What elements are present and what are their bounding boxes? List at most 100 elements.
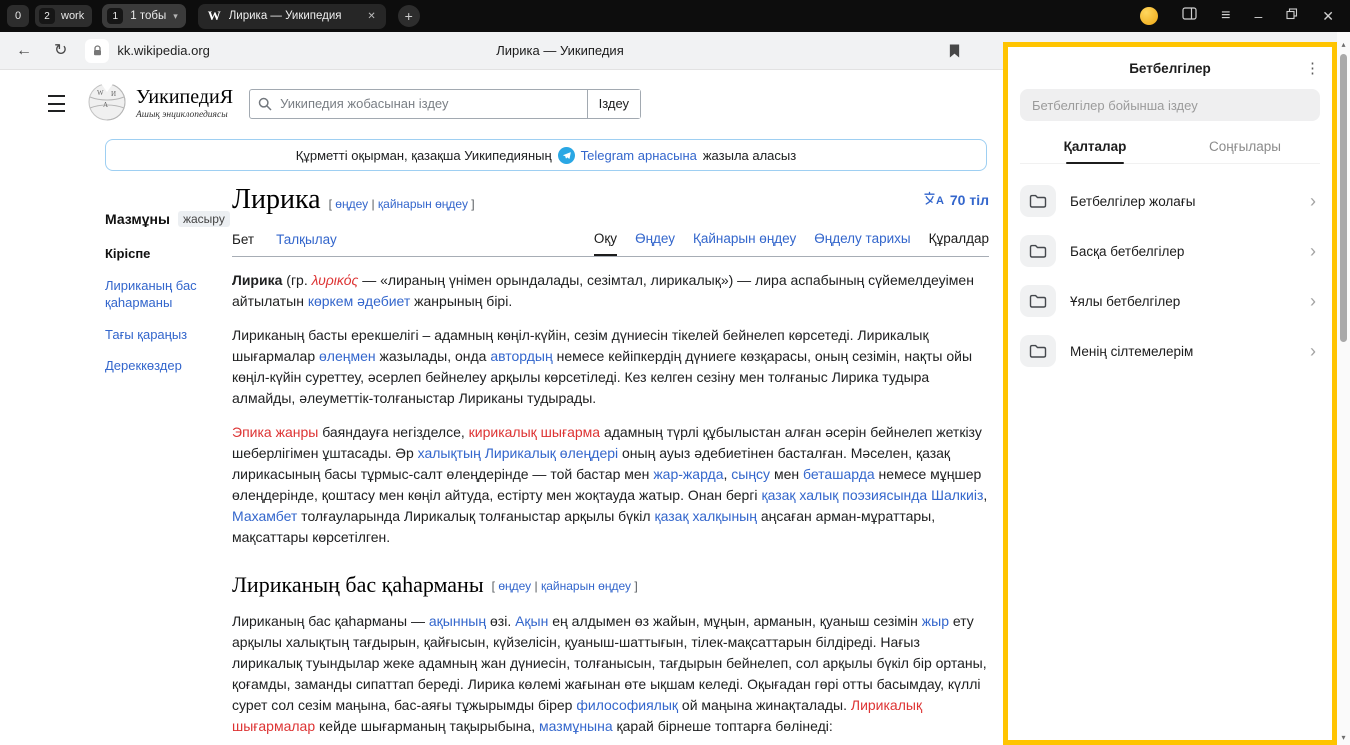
article-redlink[interactable]: кирикалық шығарма (469, 424, 600, 440)
tab-page[interactable]: Бет (232, 232, 254, 256)
folder-icon (1020, 285, 1056, 317)
tab-history[interactable]: Өңделу тарихы (814, 231, 910, 256)
telegram-icon (558, 147, 575, 164)
folder-item-my-links[interactable]: Менің сілтемелерім › (1020, 326, 1320, 376)
refresh-icon[interactable]: ↻ (54, 43, 67, 59)
tab-edit-source[interactable]: Қайнарын өңдеу (693, 231, 796, 256)
scroll-up-icon[interactable]: ▴ (1337, 40, 1350, 49)
scrollbar-thumb[interactable] (1340, 54, 1347, 342)
tab-group-label: 1 тобы (130, 10, 166, 22)
article-link[interactable]: Лирикалық өлеңдері (485, 445, 618, 461)
article-paragraph: Лириканың басты ерекшелігі – адамның көң… (232, 325, 989, 409)
separator: | (535, 579, 538, 593)
toc-hide-button[interactable]: жасыру (178, 211, 230, 227)
article-link[interactable]: мазмұнына (539, 718, 613, 734)
tab-read[interactable]: Оқу (594, 231, 617, 256)
folder-item-mobile-bookmarks[interactable]: Ұялы бетбелгілер › (1020, 276, 1320, 326)
article-link[interactable]: жар-жарда (653, 466, 723, 482)
address-bar[interactable]: kk.wikipedia.org (85, 39, 210, 63)
search-button[interactable]: Іздеу (587, 90, 640, 118)
browser-menu-icon[interactable]: ≡ (1221, 8, 1230, 24)
close-window-icon[interactable]: ✕ (1322, 9, 1334, 23)
tab-group-count: 1 (107, 8, 123, 24)
article-link[interactable]: Шалкиіз (931, 487, 983, 503)
article-link[interactable]: өлеңмен (319, 348, 376, 364)
scroll-down-icon[interactable]: ▾ (1337, 733, 1350, 742)
article-paragraph: Эпика жанры баяндауға негізделсе, кирика… (232, 422, 989, 548)
article-link[interactable]: жыр (922, 613, 949, 629)
bookmark-flag-icon[interactable] (948, 43, 961, 64)
wiki-logo-subtitle: Ашық энциклопедиясы (136, 110, 233, 120)
article-tabs: Бет Талқылау Оқу Өңдеу Қайнарын өңдеу Өң… (232, 226, 989, 257)
wikipedia-favicon: W (208, 8, 221, 24)
article-link[interactable]: философиялық (576, 697, 678, 713)
telegram-link[interactable]: Telegram арнасына (581, 148, 697, 163)
article-link[interactable]: халықтың (418, 445, 481, 461)
language-selector[interactable]: A 70 тіл (923, 191, 989, 209)
article-link[interactable]: сыңсу (731, 466, 770, 482)
tab-edit[interactable]: Өңдеу (635, 231, 675, 256)
article-redlink[interactable]: Эпика жанры (232, 424, 318, 440)
bookmarks-search[interactable] (1020, 89, 1320, 121)
toc-item-kirispe[interactable]: Кіріспе (105, 245, 232, 263)
edit-links: [ өңдеу | қайнарын өңдеу ] (492, 579, 638, 593)
search-icon (258, 97, 272, 111)
edit-source-link[interactable]: қайнарын өңдеу (541, 579, 631, 593)
page-scrollbar[interactable]: ▴ ▾ (1337, 32, 1350, 745)
tab-close-icon[interactable]: ✕ (367, 11, 375, 22)
language-count: 70 тіл (950, 192, 989, 208)
bookmarks-search-input[interactable] (1020, 98, 1320, 113)
article-text: баяндауға негізделсе, (318, 424, 468, 440)
bracket: [ (492, 579, 495, 593)
article-paragraph: Лириканың бас қаһарманы — ақынның өзі. А… (232, 611, 989, 737)
article-link[interactable]: беташарда (803, 466, 875, 482)
edit-link[interactable]: өңдеу (498, 579, 531, 593)
tab-tools[interactable]: Құралдар (929, 231, 989, 256)
tab-group-work[interactable]: 2 work (35, 5, 92, 27)
article-link[interactable]: Махамбет (232, 508, 297, 524)
tab-counter-badge[interactable]: 0 (7, 5, 29, 27)
tab-title: Лирика — Уикипедия (229, 10, 360, 22)
article-link[interactable]: Ақын (515, 613, 548, 629)
wikipedia-logo[interactable]: W И A УикипедиЯ Ашық энциклопедиясы (87, 80, 233, 127)
new-tab-button[interactable]: + (398, 5, 420, 27)
toc-item-derekkozder[interactable]: Дереккөздер (105, 357, 232, 375)
toc-item-bas-qaharmany[interactable]: Лириканың бас қаһарманы (105, 277, 232, 312)
kebab-menu-icon[interactable]: ⋮ (1305, 59, 1320, 77)
side-panel-icon[interactable] (1182, 6, 1197, 26)
svg-text:A: A (103, 101, 108, 109)
edit-links: [ өңдеу | қайнарын өңдеу ] (329, 197, 475, 211)
article-link[interactable]: қазақ халық поэзиясында (761, 487, 927, 503)
minimize-window-icon[interactable]: – (1254, 9, 1262, 23)
tab-group-1-toby[interactable]: 1 1 тобы ▾ (102, 4, 186, 28)
article-link[interactable]: ақынның (429, 613, 486, 629)
browser-profile-icon[interactable] (1140, 7, 1158, 25)
wiki-search: Іздеу (249, 89, 641, 119)
chevron-right-icon: › (1310, 341, 1320, 362)
tab-recent[interactable]: Соңғылары (1170, 129, 1320, 163)
toc-item-tagy-qaranyz[interactable]: Тағы қараңыз (105, 326, 232, 344)
folder-item-bookmarks-bar[interactable]: Бетбелгілер жолағы › (1020, 176, 1320, 226)
article-link[interactable]: көркем әдебиет (308, 293, 410, 309)
search-input[interactable] (250, 95, 587, 112)
restore-window-icon[interactable] (1286, 7, 1298, 25)
back-icon[interactable]: ← (16, 43, 32, 59)
browser-tab-active[interactable]: W Лирика — Уикипедия ✕ (198, 4, 386, 29)
wiki-menu-icon[interactable] (48, 95, 65, 112)
language-icon: A (923, 191, 945, 209)
article-text: (гр. (282, 272, 311, 288)
folder-icon (1020, 235, 1056, 267)
article-link[interactable]: автордың (490, 348, 552, 364)
section-heading: Лириканың бас қаһарманы (232, 572, 484, 598)
article-text: қарай бірнеше топтарға бөлінеді: (613, 718, 833, 734)
article-text: жазылады, онда (376, 348, 491, 364)
article-link[interactable]: қазақ халқының (654, 508, 756, 524)
banner-text: жазыла аласыз (703, 148, 796, 163)
tab-talk[interactable]: Талқылау (276, 232, 337, 256)
edit-link[interactable]: өңдеу (335, 197, 368, 211)
tab-folders[interactable]: Қалталар (1020, 129, 1170, 163)
folder-item-other-bookmarks[interactable]: Басқа бетбелгілер › (1020, 226, 1320, 276)
edit-source-link[interactable]: қайнарын өңдеу (378, 197, 468, 211)
tab-group-label: work (61, 10, 84, 22)
bookmarks-folder-list: Бетбелгілер жолағы › Басқа бетбелгілер ›… (1020, 176, 1320, 376)
